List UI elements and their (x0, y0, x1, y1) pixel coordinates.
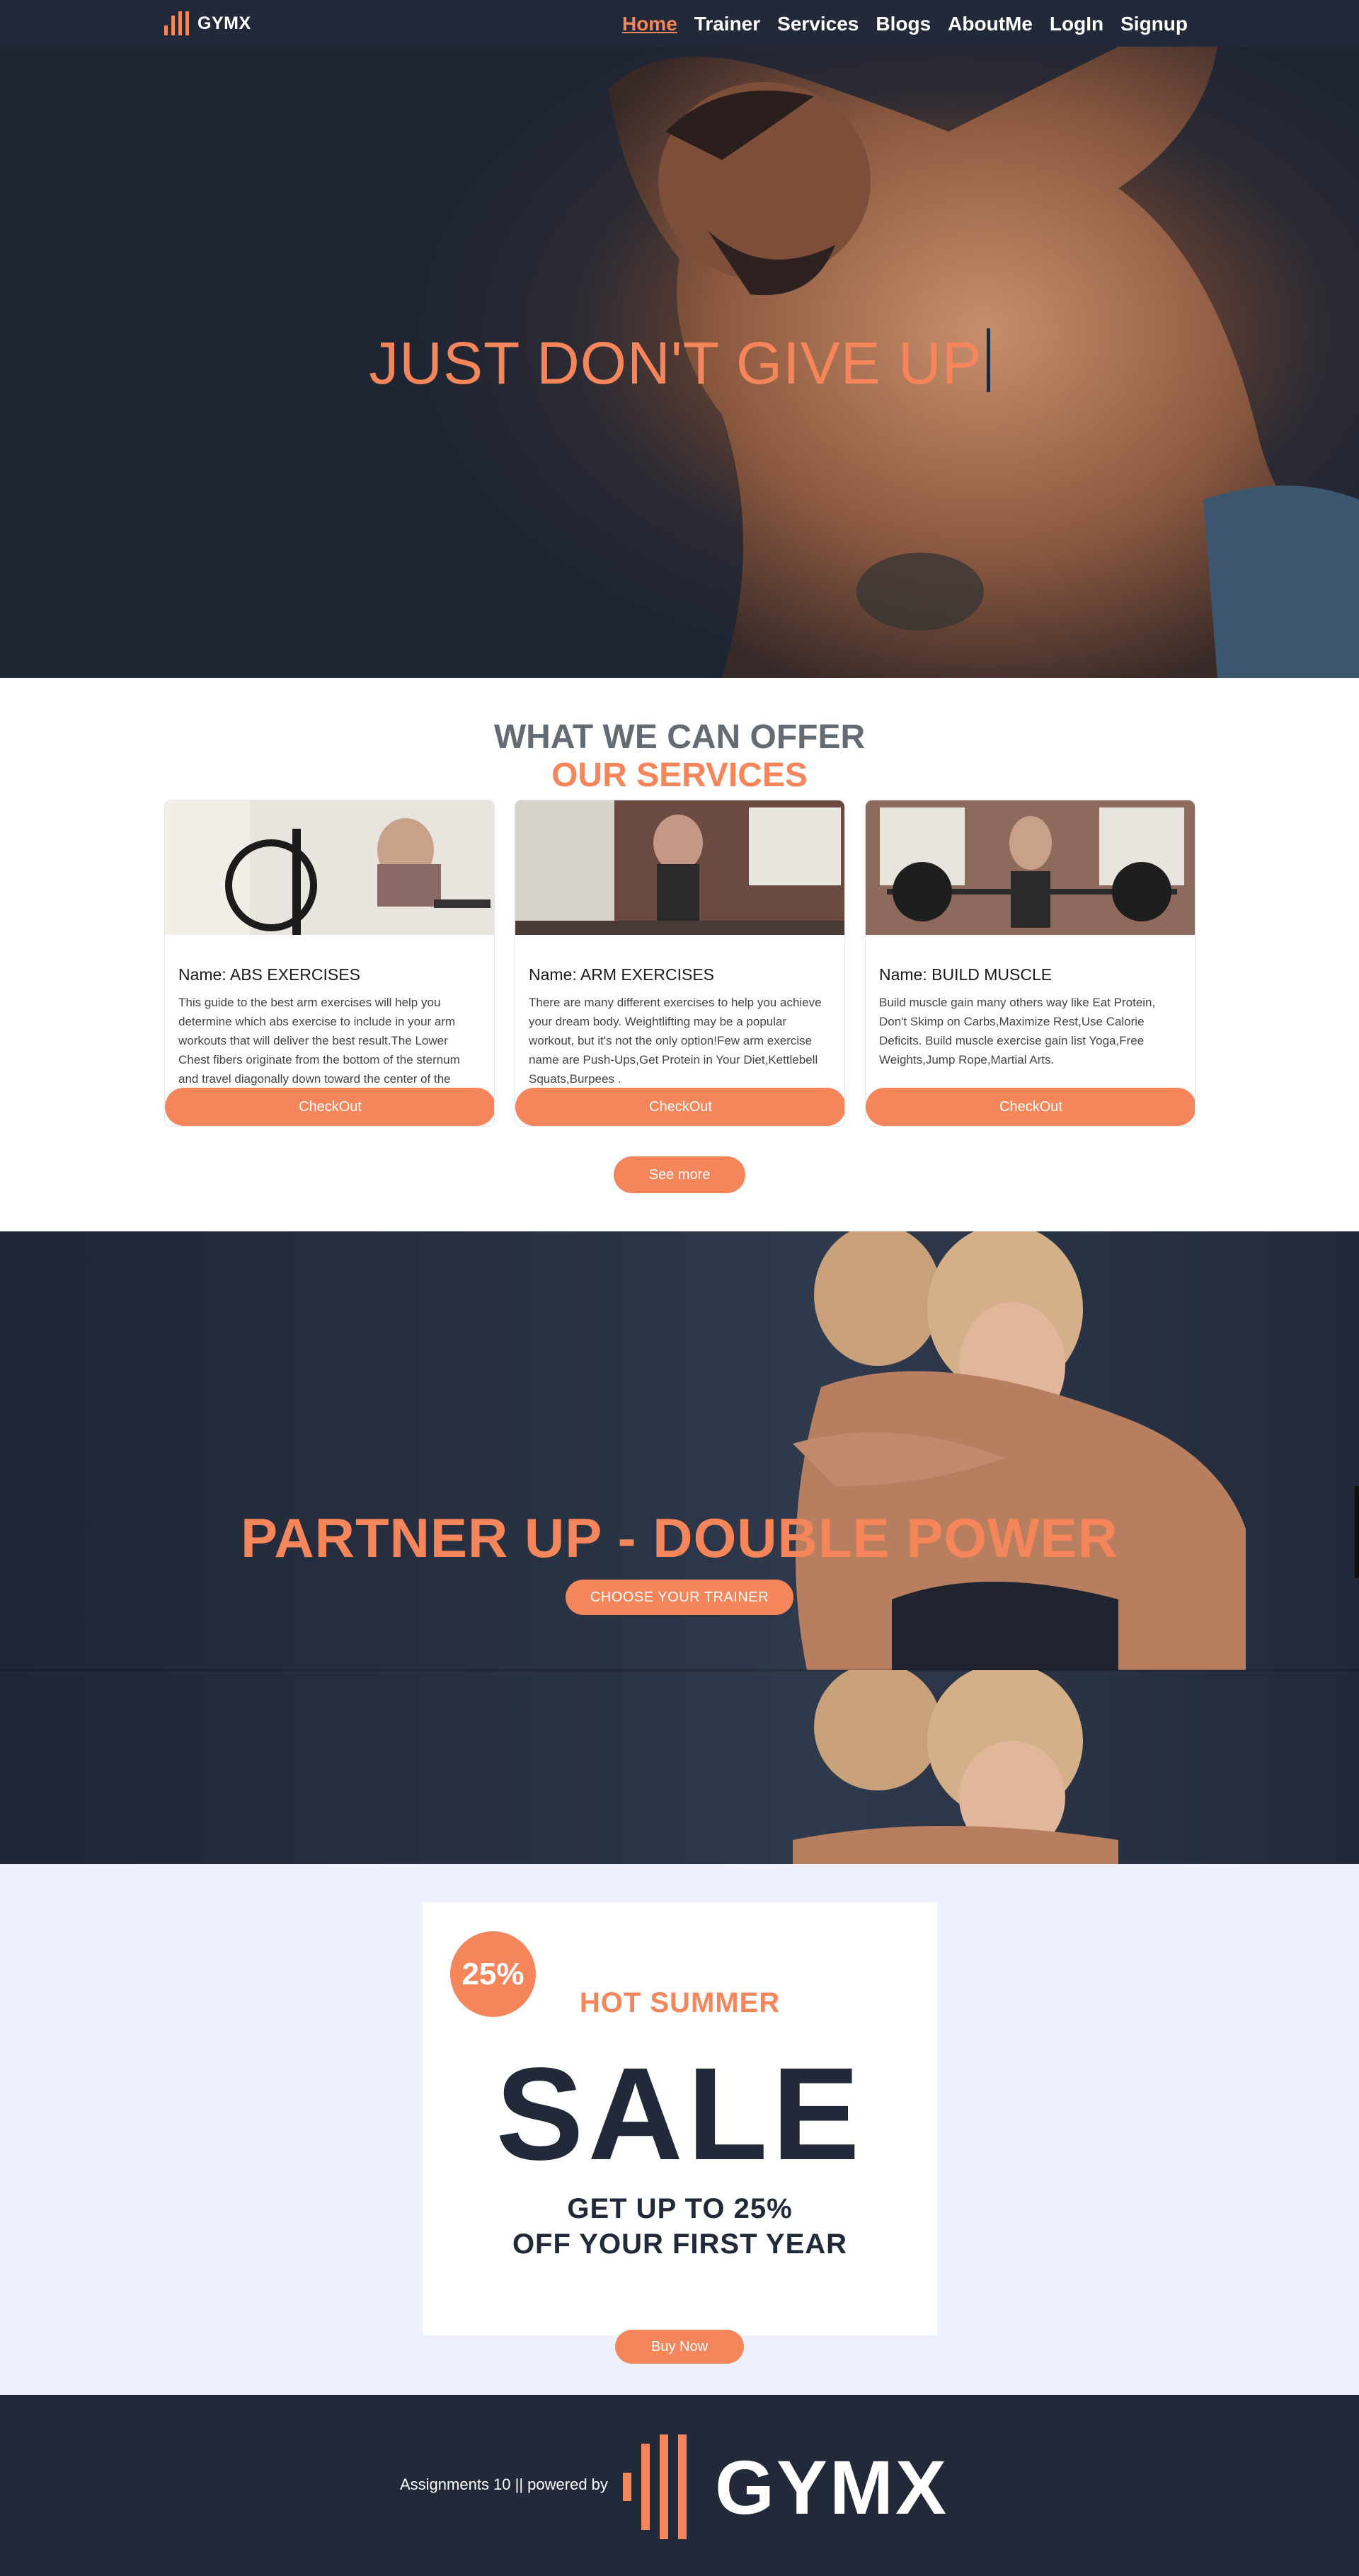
nav-login[interactable]: LogIn (1050, 13, 1103, 35)
navbar: GYMX Home Trainer Services Blogs AboutMe… (0, 0, 1359, 47)
service-card-abs: Name: ABS EXERCISES This guide to the be… (164, 800, 495, 1127)
service-card-arm: Name: ARM EXERCISES There are many diffe… (515, 800, 845, 1127)
partner-hug-image (793, 1231, 1246, 1670)
partner-title: PARTNER UP - DOUBLE POWER (241, 1507, 1118, 1569)
choose-trainer-button[interactable]: CHOOSE YOUR TRAINER (566, 1580, 793, 1615)
services-heading: WHAT WE CAN OFFER (493, 718, 866, 756)
brand-bars-icon (164, 11, 189, 35)
typing-cursor (986, 328, 990, 392)
checkout-button[interactable]: CheckOut (866, 1088, 1195, 1126)
services-subheading: OUR SERVICES (551, 757, 808, 794)
brand-logo[interactable]: GYMX (164, 11, 251, 35)
service-image-arm (515, 800, 844, 935)
footer-logo: GYMX (623, 2434, 948, 2539)
nav-aboutme[interactable]: AboutMe (948, 13, 1033, 35)
services-section: WHAT WE CAN OFFER OUR SERVICES Name: ABS… (0, 678, 1359, 1231)
scrollbar-thumb[interactable] (1355, 1486, 1359, 1578)
sale-word: SALE (495, 2041, 864, 2187)
footer: Assignments 10 || powered by GYMX (0, 2395, 1359, 2576)
sale-card: 25% HOT SUMMER SALE GET UP TO 25% OFF YO… (423, 1902, 937, 2335)
footer-brand-name: GYMX (715, 2444, 949, 2530)
nav-home[interactable]: Home (622, 13, 677, 35)
sale-hot-label: HOT SUMMER (579, 1987, 781, 2018)
service-card-muscle: Name: BUILD MUSCLE Build muscle gain man… (865, 800, 1195, 1127)
buy-now-button[interactable]: Buy Now (615, 2330, 744, 2364)
brand-name: GYMX (197, 13, 251, 33)
sale-line-2: OFF YOUR FIRST YEAR (512, 2229, 848, 2260)
nav-services[interactable]: Services (777, 13, 859, 35)
service-name: Name: BUILD MUSCLE (879, 965, 1053, 984)
hero-title: JUST DON'T GIVE UP (0, 328, 1359, 398)
partner-hug-image-repeat (793, 1670, 1118, 1864)
see-more-button[interactable]: See more (614, 1156, 745, 1193)
footer-credit: Assignments 10 || powered by (400, 2476, 608, 2493)
nav-trainer[interactable]: Trainer (694, 13, 760, 35)
service-description: There are many different exercises to he… (529, 996, 822, 1086)
sale-section: 25% HOT SUMMER SALE GET UP TO 25% OFF YO… (0, 1864, 1359, 2395)
nav-blogs[interactable]: Blogs (876, 13, 931, 35)
nav-links: Home Trainer Services Blogs AboutMe LogI… (622, 10, 1188, 38)
footer-bars-icon (623, 2434, 687, 2539)
sale-subtitle: GET UP TO 25% OFF YOUR FIRST YEAR (423, 2191, 937, 2262)
partner-banner: PARTNER UP - DOUBLE POWER CHOOSE YOUR TR… (0, 1231, 1359, 1864)
service-name: Name: ABS EXERCISES (178, 965, 360, 984)
hero-banner: JUST DON'T GIVE UP (0, 47, 1359, 678)
service-description: Build muscle gain many others way like E… (879, 996, 1156, 1066)
service-name: Name: ARM EXERCISES (529, 965, 715, 984)
service-image-abs (165, 800, 494, 935)
checkout-button[interactable]: CheckOut (515, 1088, 844, 1126)
nav-signup[interactable]: Signup (1120, 13, 1188, 35)
checkout-button[interactable]: CheckOut (165, 1088, 494, 1126)
service-image-muscle (866, 800, 1195, 935)
sale-line-1: GET UP TO 25% (567, 2193, 793, 2224)
